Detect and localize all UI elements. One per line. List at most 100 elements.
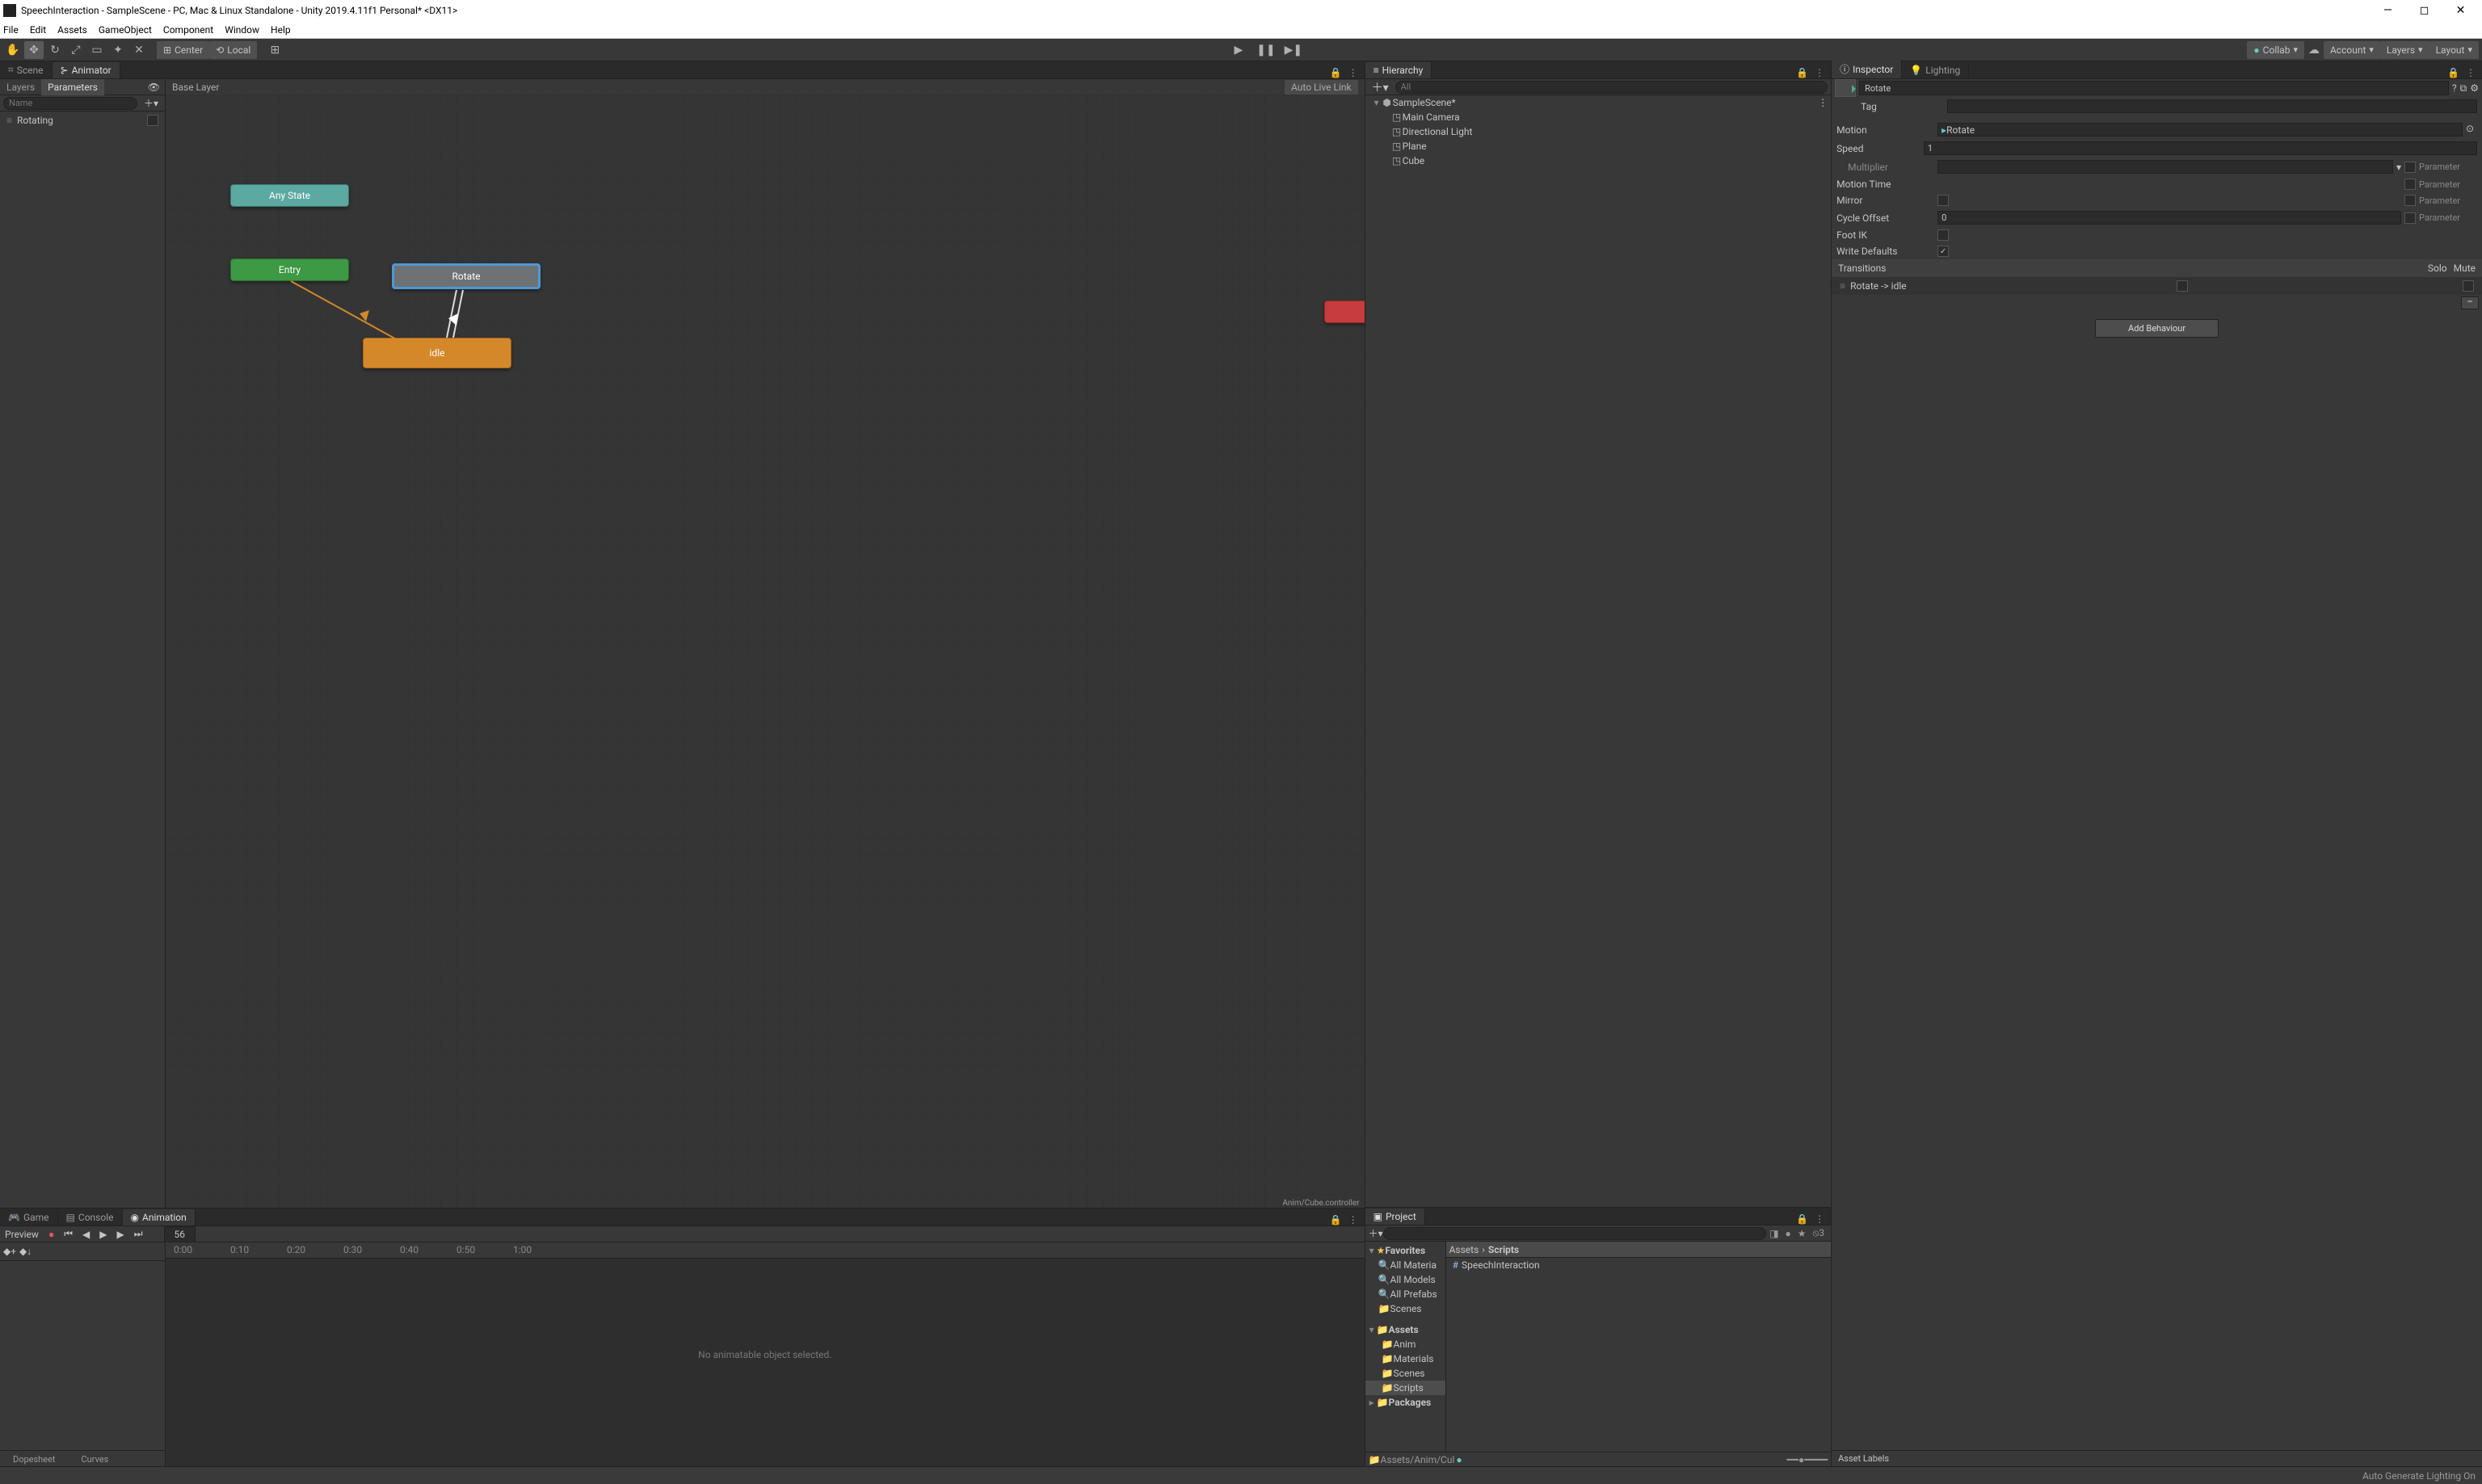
hidden-count-icon[interactable]: ⦸3 xyxy=(1810,1227,1828,1239)
transform-tool-icon[interactable]: ✦ xyxy=(108,41,128,59)
animator-graph[interactable]: Base Layer Auto Live Link Any State Entr… xyxy=(166,79,1365,1208)
lock-icon[interactable]: 🔒 xyxy=(2447,67,2459,78)
favorite-item[interactable]: 🔍All Models xyxy=(1365,1272,1445,1287)
layers-tab[interactable]: Layers xyxy=(0,79,41,95)
motion-time-param-checkbox[interactable] xyxy=(2404,179,2416,190)
drag-handle-icon[interactable]: ≡ xyxy=(6,115,12,126)
menu-window[interactable]: Window xyxy=(225,24,259,36)
multiplier-input[interactable] xyxy=(1937,160,2393,174)
add-key-icon[interactable]: ◆+ xyxy=(3,1246,16,1257)
favorites-row[interactable]: ▾★Favorites xyxy=(1365,1243,1445,1258)
favorite-item[interactable]: 🔍All Prefabs xyxy=(1365,1287,1445,1301)
scenes-shortcut[interactable]: 📁Scenes xyxy=(1365,1301,1445,1316)
speed-input[interactable] xyxy=(1924,141,2477,155)
layout-button[interactable]: Layout ▾ xyxy=(2429,41,2479,59)
scene-row[interactable]: ▾ ⬢ SampleScene* ⋮ xyxy=(1365,95,1832,110)
maximize-button[interactable]: ◻ xyxy=(2406,0,2442,21)
preset-icon[interactable]: ⧉ xyxy=(2460,82,2467,95)
prev-key-button[interactable]: ◀ xyxy=(78,1229,95,1240)
menu-gameobject[interactable]: GameObject xyxy=(99,24,152,36)
foot-ik-checkbox[interactable] xyxy=(1937,229,1949,241)
tag-input[interactable] xyxy=(1947,99,2477,113)
frame-field[interactable]: 56 xyxy=(164,1226,196,1242)
play-anim-button[interactable]: ▶ xyxy=(95,1229,111,1240)
add-param-button[interactable]: ＋▾ xyxy=(141,96,162,110)
twisty-icon[interactable]: ▾ xyxy=(1372,97,1382,108)
project-search-input[interactable] xyxy=(1383,1227,1767,1240)
minimize-button[interactable]: — xyxy=(2370,0,2406,21)
kebab-icon[interactable]: ⋮ xyxy=(1811,67,1828,78)
record-button[interactable]: ● xyxy=(44,1229,59,1240)
write-defaults-checkbox[interactable]: ✓ xyxy=(1937,246,1949,257)
go-start-button[interactable]: ⏮ xyxy=(59,1228,78,1240)
tab-project[interactable]: ▣Project xyxy=(1365,1209,1425,1225)
state-name-input[interactable] xyxy=(1859,81,2449,95)
tab-game[interactable]: 🎮Game xyxy=(0,1209,58,1225)
scale-tool-icon[interactable]: ⤢ xyxy=(66,41,86,59)
custom-tool-icon[interactable]: ✕ xyxy=(129,41,149,59)
rotate-tool-icon[interactable]: ↻ xyxy=(45,41,65,59)
solo-checkbox[interactable] xyxy=(2177,280,2188,292)
tab-animation[interactable]: ◉Animation xyxy=(123,1209,196,1225)
kebab-icon[interactable]: ⋮ xyxy=(1345,1214,1361,1225)
move-tool-icon[interactable]: ✥ xyxy=(24,41,44,59)
menu-component[interactable]: Component xyxy=(163,24,213,36)
kebab-icon[interactable]: ⋮ xyxy=(1811,1213,1828,1225)
hand-tool-icon[interactable]: ✋ xyxy=(3,41,23,59)
param-item[interactable]: ≡ Rotating xyxy=(0,111,165,129)
hierarchy-item[interactable]: ◳Main Camera xyxy=(1365,110,1832,124)
mirror-checkbox[interactable] xyxy=(1937,195,1949,206)
lock-icon[interactable]: 🔒 xyxy=(1330,1214,1342,1225)
collab-button[interactable]: ●Collab ▾ xyxy=(2247,41,2304,59)
lock-icon[interactable]: 🔒 xyxy=(1796,1213,1808,1225)
menu-edit[interactable]: Edit xyxy=(30,24,46,36)
gear-icon[interactable]: ⚙ xyxy=(2470,82,2479,94)
go-end-button[interactable]: ⏭ xyxy=(129,1228,148,1240)
preview-label[interactable]: Preview xyxy=(0,1229,44,1240)
step-button[interactable]: ▶❚ xyxy=(1281,41,1306,59)
param-checkbox[interactable] xyxy=(147,115,158,126)
tab-inspector[interactable]: ⓘInspector xyxy=(1832,60,1902,78)
folder-item[interactable]: 📁Scripts xyxy=(1365,1381,1445,1395)
mute-checkbox[interactable] xyxy=(2463,280,2474,292)
mirror-param-checkbox[interactable] xyxy=(2404,195,2416,206)
hierarchy-item[interactable]: ◳Plane xyxy=(1365,139,1832,153)
param-search-input[interactable] xyxy=(3,97,137,110)
cycle-offset-input[interactable] xyxy=(1937,211,2401,225)
packages-row[interactable]: ▸📁Packages xyxy=(1365,1395,1445,1410)
folder-item[interactable]: 📁Anim xyxy=(1365,1337,1445,1352)
dopesheet-button[interactable]: Dopesheet xyxy=(0,1451,69,1466)
create-button[interactable]: ＋▾ xyxy=(1369,79,1392,95)
add-behaviour-button[interactable]: Add Behaviour xyxy=(2095,319,2219,338)
search-by-type-icon[interactable]: ◨ xyxy=(1766,1228,1782,1239)
tab-scene[interactable]: ⌗Scene xyxy=(0,61,53,78)
lock-icon[interactable]: 🔒 xyxy=(1330,67,1342,78)
menu-assets[interactable]: Assets xyxy=(57,24,87,36)
project-breadcrumb[interactable]: Assets›Scripts xyxy=(1446,1242,1832,1258)
search-by-label-icon[interactable]: ● xyxy=(1782,1228,1794,1239)
pivot-rotation-button[interactable]: ⟲Local xyxy=(209,41,257,59)
tab-animator[interactable]: ⊱Animator xyxy=(53,62,120,78)
lighting-status[interactable]: Auto Generate Lighting On xyxy=(2362,1470,2476,1482)
layers-button[interactable]: Layers ▾ xyxy=(2380,41,2429,59)
kebab-icon[interactable]: ⋮ xyxy=(1345,67,1361,78)
kebab-icon[interactable]: ⋮ xyxy=(2463,67,2479,78)
menu-file[interactable]: File xyxy=(3,24,19,36)
folder-item[interactable]: 📁Materials xyxy=(1365,1352,1445,1366)
snap-icon[interactable]: ⊞ xyxy=(265,41,284,59)
create-asset-button[interactable]: ＋▾ xyxy=(1369,1226,1383,1240)
kebab-icon[interactable]: ⋮ xyxy=(1815,97,1831,108)
next-key-button[interactable]: ▶ xyxy=(111,1229,128,1240)
object-picker-icon[interactable]: ⊙ xyxy=(2463,123,2477,137)
tab-lighting[interactable]: 💡Lighting xyxy=(1902,62,1969,78)
hierarchy-search-input[interactable] xyxy=(1395,81,1828,94)
help-icon[interactable]: ? xyxy=(2452,82,2457,94)
multiplier-param-checkbox[interactable] xyxy=(2404,162,2416,173)
close-button[interactable]: ✕ xyxy=(2442,0,2479,21)
remove-transition-button[interactable]: − xyxy=(2461,296,2479,309)
lock-icon[interactable]: 🔒 xyxy=(1796,67,1808,78)
transition-item[interactable]: ≡ Rotate -> idle xyxy=(1832,277,2482,295)
cloud-icon[interactable]: ☁ xyxy=(2304,41,2324,59)
account-button[interactable]: Account ▾ xyxy=(2324,41,2380,59)
drag-handle-icon[interactable]: ≡ xyxy=(1840,280,1845,292)
